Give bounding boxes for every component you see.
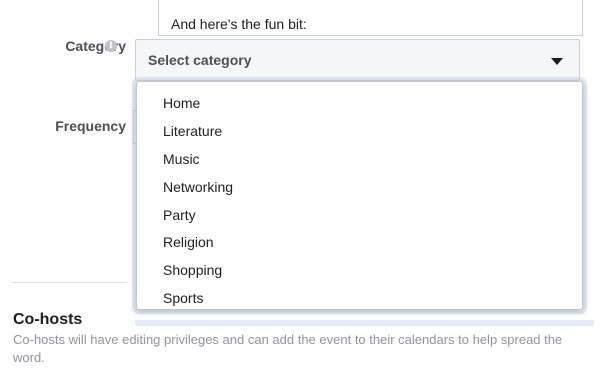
category-select-value: Select category xyxy=(148,52,252,68)
category-option-literature[interactable]: Literature xyxy=(137,118,582,146)
category-option-party[interactable]: Party xyxy=(137,202,582,230)
frequency-label: Frequency xyxy=(55,118,126,134)
focus-ring xyxy=(135,320,594,326)
category-option-home[interactable]: Home xyxy=(137,90,582,118)
category-option-music[interactable]: Music xyxy=(137,146,582,174)
info-icon[interactable]: i xyxy=(105,40,117,52)
category-select[interactable]: Select category xyxy=(135,39,580,81)
category-option-religion[interactable]: Religion xyxy=(137,229,582,257)
description-text: And here's the fun bit: xyxy=(171,16,307,32)
caret-down-icon xyxy=(551,58,563,65)
category-dropdown[interactable]: Home Literature Music Networking Party R… xyxy=(136,81,583,310)
category-option-sports[interactable]: Sports xyxy=(137,285,582,309)
category-option-shopping[interactable]: Shopping xyxy=(137,257,582,285)
category-option-networking[interactable]: Networking xyxy=(137,174,582,202)
description-textarea[interactable]: And here's the fun bit: xyxy=(158,0,583,36)
cohosts-description: Co-hosts will have editing privileges an… xyxy=(13,332,563,365)
cohosts-title: Co-hosts xyxy=(13,311,83,328)
section-divider xyxy=(12,282,127,283)
category-options-list: Home Literature Music Networking Party R… xyxy=(137,82,582,309)
